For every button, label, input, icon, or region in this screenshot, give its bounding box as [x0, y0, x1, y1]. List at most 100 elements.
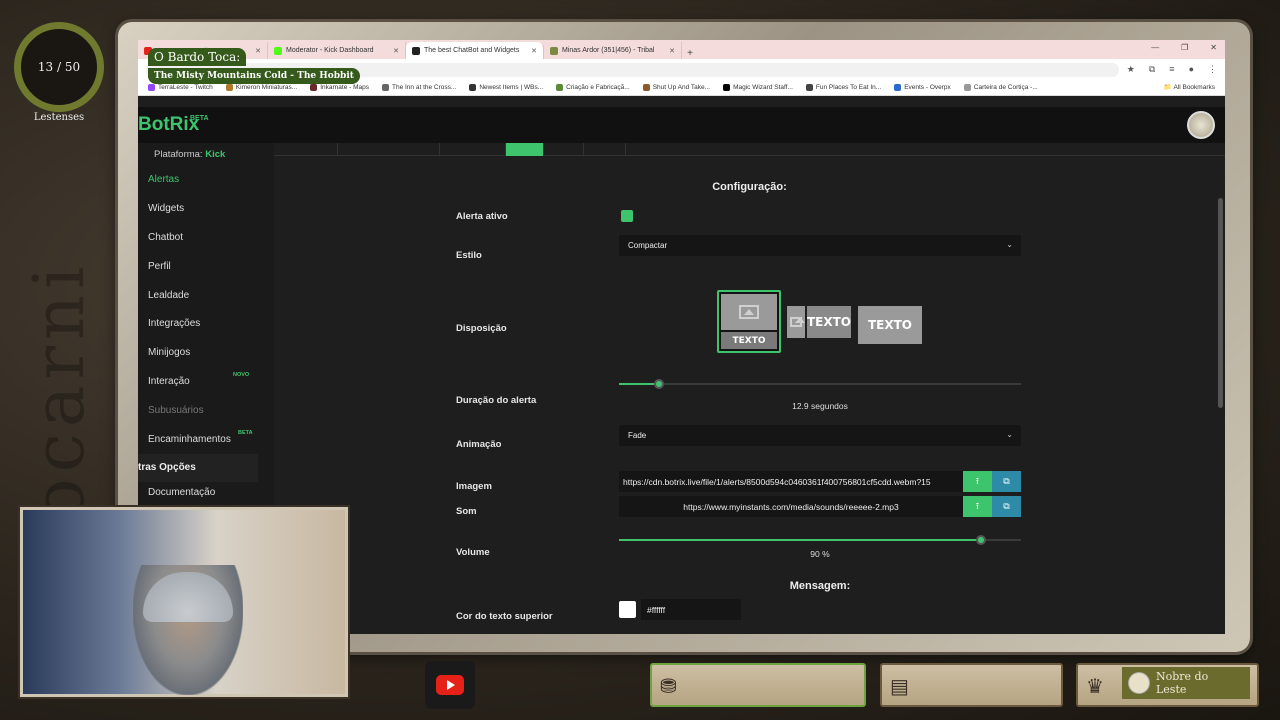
gallery-sound-button[interactable]: ⧉	[992, 496, 1021, 517]
sidebar-item-lealdade[interactable]: Lealdade	[138, 281, 274, 310]
duration-label: Duração do alerta	[456, 395, 537, 406]
browser-tab[interactable]: Moderator - Kick Dashboard ✕	[268, 42, 406, 59]
alert-tab[interactable]	[338, 143, 440, 155]
layout-text-label: TEXTO	[721, 332, 777, 349]
new-badge: NOVO	[233, 372, 250, 379]
alert-tab[interactable]	[584, 143, 626, 155]
menu-icon[interactable]: ⋮	[1208, 64, 1217, 75]
sidebar-item-label: Widgets	[148, 202, 185, 214]
nobre-badge-label: Nobre do Leste	[1155, 670, 1209, 696]
sidebar-item-label: Encaminhamentos	[148, 433, 231, 445]
bookmark-label: Magic Wizard Staff...	[733, 84, 793, 91]
media-icon[interactable]: ≡	[1169, 64, 1174, 75]
all-bookmarks[interactable]: 📁 All Bookmarks	[1164, 83, 1215, 91]
goal-counter: 13 / 50	[14, 22, 104, 112]
bookmark-item[interactable]: Carteira de Cortiça -...	[963, 84, 1038, 91]
extensions-icon[interactable]: ⧉	[1149, 64, 1155, 75]
sidebar-nav: Alertas Widgets Chatbot Perfil Lealdade Integ…	[138, 165, 274, 454]
bookmark-item[interactable]: Kimeron Miniaturas...	[225, 84, 297, 91]
logo-beta-badge: BETA	[190, 115, 209, 122]
bookmark-label: Shut Up And Take...	[652, 84, 711, 91]
volume-slider-handle[interactable]	[975, 535, 986, 545]
bookmark-item[interactable]: Fun Places To Eat In...	[805, 84, 882, 91]
bookmark-item[interactable]: Newest Items | WBs...	[469, 84, 543, 91]
sidebar-item-interacao[interactable]: Interação NOVO	[138, 367, 274, 396]
close-icon[interactable]: ✕	[531, 47, 537, 55]
bookmark-item[interactable]: Magic Wizard Staff...	[723, 84, 793, 91]
style-value: Compactar	[628, 241, 668, 250]
animation-select[interactable]: Fade ⌄	[619, 425, 1021, 446]
layout-option-side[interactable]: TEXTO	[787, 306, 851, 338]
alert-tab[interactable]	[440, 143, 506, 155]
close-icon[interactable]: ✕	[393, 47, 399, 55]
image-url-input[interactable]: https://cdn.botrix.live/file/1/alerts/85…	[619, 471, 963, 492]
bookmark-label: Fun Places To Eat In...	[815, 84, 882, 91]
platform-label: Plataforma:	[154, 149, 203, 160]
upload-image-button[interactable]: ⭱	[963, 471, 992, 492]
page-scrollbar[interactable]	[1218, 198, 1223, 408]
bookmark-icon	[642, 84, 650, 91]
sidebar-item-label: Chatbot	[148, 231, 184, 243]
webcam-feed	[20, 507, 348, 697]
stream-bottom-bar: ⛃ ▤ ♛ Nobre do Leste	[350, 655, 1280, 715]
alert-tab[interactable]	[544, 143, 584, 155]
sidebar-item-label: Minijogos	[148, 347, 191, 359]
bookmark-item[interactable]: TerraLeste - Twitch	[148, 84, 213, 91]
sidebar-item-chatbot[interactable]: Chatbot	[138, 223, 274, 252]
restore-icon[interactable]: ❐	[1181, 43, 1188, 52]
browser-tab[interactable]: Minas Ardor (351|456) - Tribal ✕	[544, 42, 682, 59]
layout-text-label: TEXTO	[867, 318, 913, 332]
sidebar-item-alertas[interactable]: Alertas	[138, 165, 274, 194]
sidebar-item-widgets[interactable]: Widgets	[138, 194, 274, 223]
alert-tab[interactable]	[274, 143, 338, 155]
bookmark-item[interactable]: Events - Overpx	[894, 84, 951, 91]
tab-label: Moderator - Kick Dashboard	[286, 47, 374, 54]
close-window-icon[interactable]: ✕	[1210, 43, 1217, 52]
layout-option-stacked[interactable]: TEXTO	[717, 290, 781, 353]
duration-slider[interactable]	[619, 379, 1021, 389]
message-title: Mensagem:	[789, 580, 851, 592]
volume-slider[interactable]	[619, 535, 1021, 545]
sound-url-input[interactable]: https://www.myinstants.com/media/sounds/…	[619, 496, 963, 517]
sidebar-item-integracoes[interactable]: Integrações	[138, 309, 274, 338]
bookmark-star-icon[interactable]: ★	[1127, 64, 1135, 75]
upload-sound-button[interactable]: ⭱	[963, 496, 992, 517]
bookmark-item[interactable]: Inkarnate - Maps	[310, 84, 369, 91]
style-select[interactable]: Compactar ⌄	[619, 235, 1021, 256]
profile-icon[interactable]: ●	[1189, 64, 1194, 75]
tribal-wars-icon	[550, 46, 558, 55]
botrix-logo[interactable]: BotRix BETA	[138, 114, 209, 136]
gallery-image-button[interactable]: ⧉	[992, 471, 1021, 492]
sidebar-item-documentation[interactable]: Documentação	[138, 482, 274, 504]
minimize-icon[interactable]: —	[1151, 43, 1159, 52]
alert-active-checkbox[interactable]	[621, 210, 633, 222]
duration-slider-handle[interactable]	[654, 379, 665, 389]
bookmark-item[interactable]: Criação e Fabricaçã...	[556, 84, 630, 91]
bookmark-item[interactable]: The Inn at the Cross...	[382, 84, 456, 91]
sidebar-item-label: Lealdade	[148, 289, 190, 301]
alert-tab-active[interactable]	[506, 143, 544, 156]
sidebar-item-encaminhamentos[interactable]: Encaminhamentos BETA	[138, 425, 274, 454]
bookmark-label: Inkarnate - Maps	[320, 84, 369, 91]
alert-active-label: Alerta ativo	[456, 211, 508, 222]
new-tab-button[interactable]: +	[682, 48, 698, 59]
close-icon[interactable]: ✕	[255, 47, 261, 55]
now-playing-title: O Bardo Toca:	[148, 48, 247, 66]
book-panel: ▤	[880, 663, 1063, 707]
bookmark-item[interactable]: Shut Up And Take...	[642, 84, 711, 91]
layout-text-label: TEXTO	[806, 306, 851, 338]
layout-option-overlay[interactable]: TEXTO	[858, 306, 922, 344]
top-text-color-input[interactable]: #ffffff	[641, 599, 741, 620]
sidebar-item-minijogos[interactable]: Minijogos	[138, 338, 274, 367]
sidebar-item-perfil[interactable]: Perfil	[138, 252, 274, 281]
duration-number: 12.9	[792, 401, 809, 411]
top-navbar: BotRix BETA	[138, 107, 1225, 143]
top-text-color-swatch[interactable]	[619, 601, 636, 618]
bookmark-icon	[894, 84, 902, 91]
sidebar-item-subusuarios[interactable]: Subusuários	[138, 396, 274, 425]
close-icon[interactable]: ✕	[669, 47, 675, 55]
browser-tab-active[interactable]: The best ChatBot and Widgets ✕	[406, 42, 544, 59]
bookmark-label: Criação e Fabricaçã...	[566, 84, 630, 91]
crown-icon: ♛	[1086, 676, 1104, 698]
user-avatar[interactable]	[1187, 111, 1215, 139]
